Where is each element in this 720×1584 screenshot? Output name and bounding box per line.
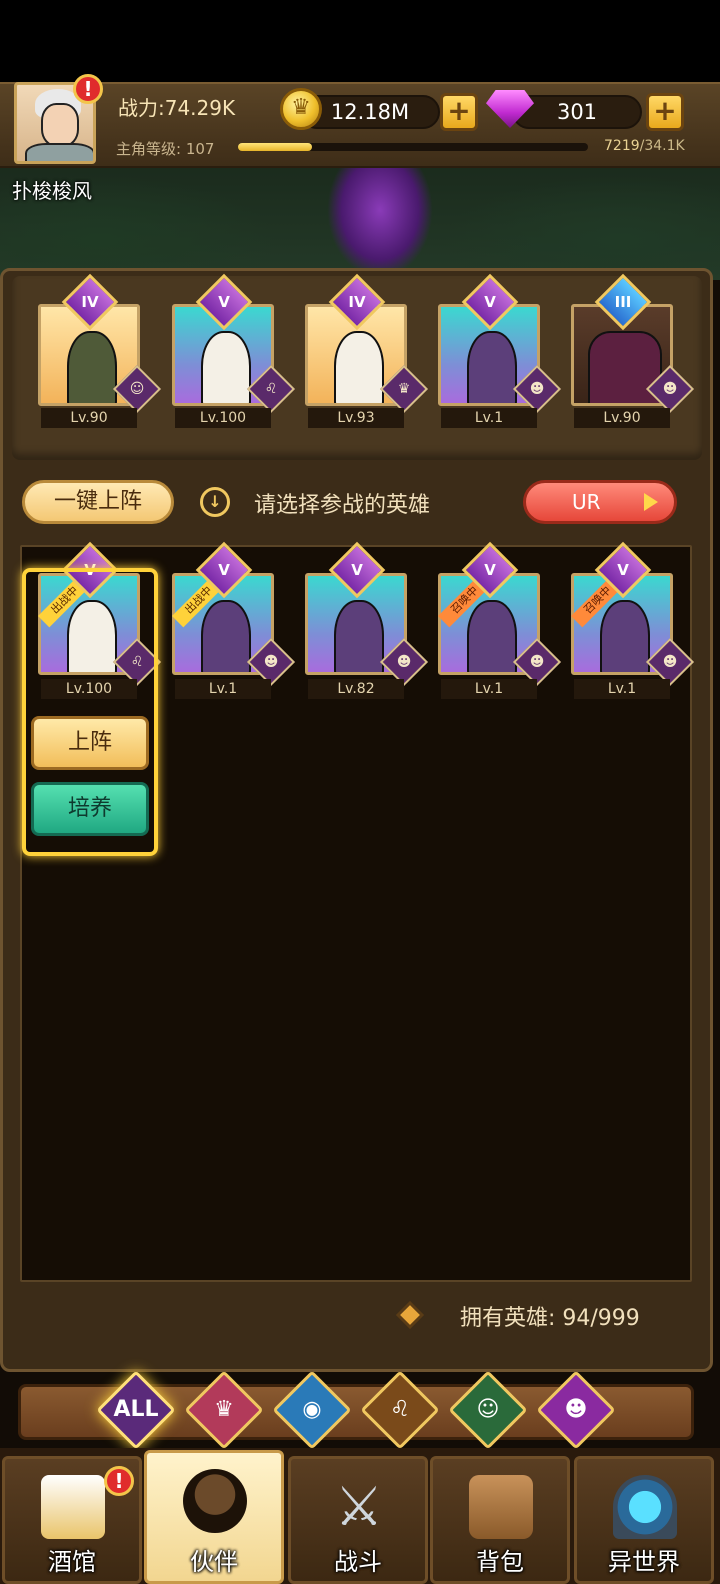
exp-max: /34.1K: [639, 138, 685, 154]
exp-bar-fill: [238, 143, 312, 151]
tavern-alert-icon: !: [104, 1466, 134, 1496]
player-level: 主角等级: 107: [116, 140, 215, 158]
hero-level: Lv.100: [175, 408, 271, 428]
owned-heroes-count: 拥有英雄: 94/999: [460, 1306, 640, 1331]
rarity-filter-label: UR: [572, 490, 601, 514]
nav-partners[interactable]: 伙伴: [144, 1450, 284, 1584]
hero-level: Lv.93: [308, 408, 404, 428]
download-arrow-icon: ↓: [200, 487, 230, 517]
backpack-icon: [469, 1475, 533, 1539]
hero-level: Lv.90: [574, 408, 670, 428]
beer-mug-icon: [41, 1475, 105, 1539]
auto-deploy-button[interactable]: 一键上阵: [22, 480, 174, 524]
select-hero-prompt: 请选择参战的英雄: [254, 493, 431, 518]
nav-battle[interactable]: ⚔ 战斗: [288, 1456, 428, 1584]
combat-power: 战力:74.29K: [118, 96, 236, 120]
exp-current: 7219: [604, 138, 640, 154]
add-gem-button[interactable]: +: [646, 93, 684, 131]
crossed-swords-icon: ⚔: [334, 1475, 384, 1538]
portal-icon: [613, 1475, 677, 1539]
hero-level: Lv.1: [175, 679, 271, 699]
nav-bag[interactable]: 背包: [430, 1456, 570, 1584]
partner-face-icon: [183, 1469, 247, 1533]
hero-level: Lv.1: [441, 408, 537, 428]
train-button[interactable]: 培养: [31, 782, 149, 836]
exp-text: 7219/34.1K: [604, 138, 685, 154]
hero-level: Lv.1: [441, 679, 537, 699]
hero-level: Lv.90: [41, 408, 137, 428]
add-gold-button[interactable]: +: [440, 93, 478, 131]
nav-otherworld[interactable]: 异世界: [574, 1456, 714, 1584]
hero-level: Lv.82: [308, 679, 404, 699]
hero-level: Lv.1: [574, 679, 670, 699]
avatar-alert-icon: !: [73, 74, 103, 104]
rarity-filter-button[interactable]: UR: [523, 480, 677, 524]
deploy-button[interactable]: 上阵: [31, 716, 149, 770]
gold-coin-icon: ♛: [280, 88, 322, 130]
player-name: 扑梭梭风: [12, 179, 92, 203]
play-arrow-icon: [644, 493, 658, 511]
